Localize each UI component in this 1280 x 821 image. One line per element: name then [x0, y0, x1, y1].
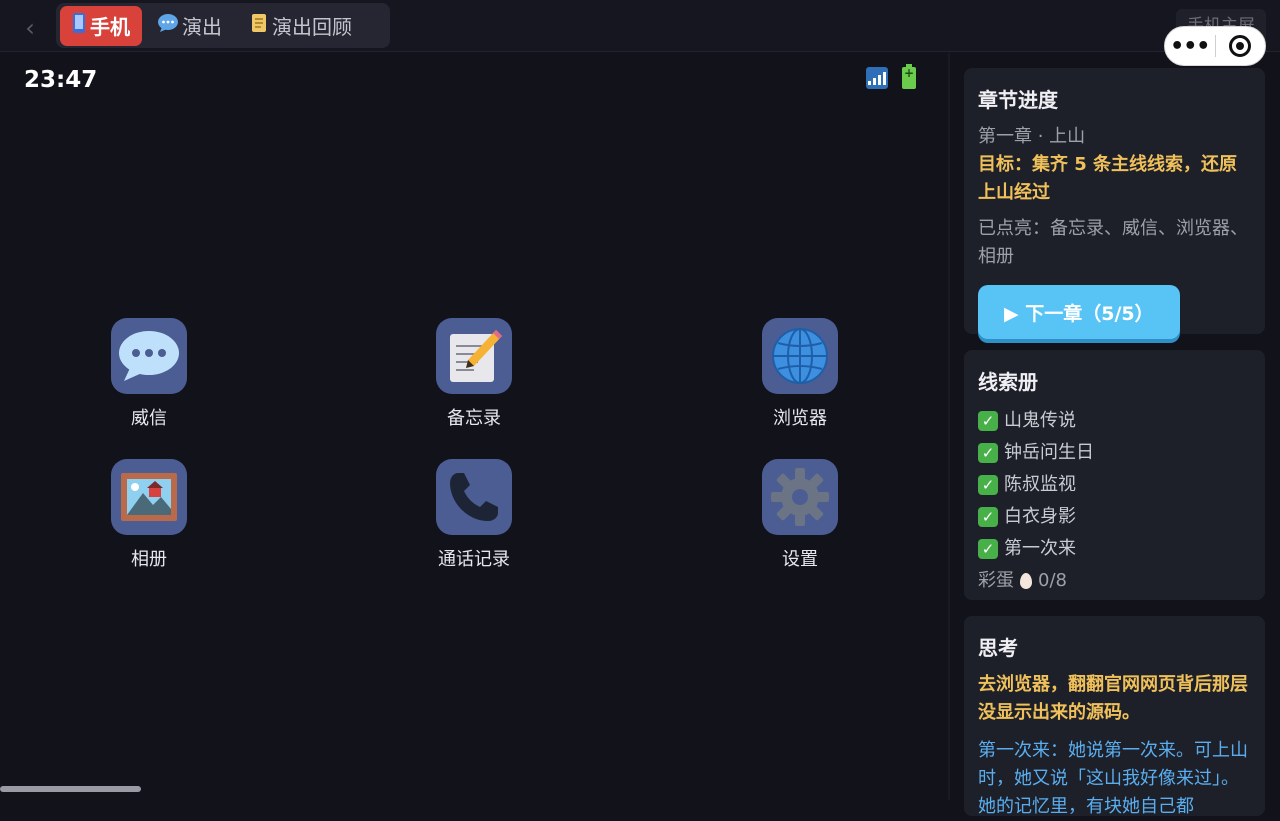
next-chapter-button[interactable]: ▶ 下一章（5/5）: [978, 285, 1180, 339]
clue-book-card: 线索册 ✓ 山鬼传说 ✓ 钟岳问生日 ✓ 陈叔监视 ✓ 白衣身影 ✓ 第一次来 彩蛋 0/8: [964, 350, 1265, 600]
battery-icon: [902, 64, 916, 89]
app-weixin[interactable]: 威信: [89, 318, 209, 430]
memo-icon: [436, 318, 512, 394]
app-label: 浏览器: [773, 408, 827, 429]
tab-label: 演出: [182, 15, 222, 39]
clue-item: ✓ 第一次来: [978, 533, 1251, 565]
clue-item: ✓ 陈叔监视: [978, 469, 1251, 501]
gear-icon: [762, 459, 838, 535]
home-indicator[interactable]: [0, 786, 141, 792]
tab-label: 演出回顾: [272, 15, 352, 39]
clue-item: ✓ 山鬼传说: [978, 405, 1251, 437]
card-title: 章节进度: [978, 88, 1058, 112]
lit-apps: 已点亮：备忘录、威信、浏览器、相册: [978, 218, 1248, 267]
chapter-name: 第一章 · 上山: [978, 126, 1086, 147]
status-icons: [866, 64, 916, 89]
easter-egg-counter: 彩蛋 0/8: [978, 570, 1067, 591]
app-album[interactable]: 相册: [89, 459, 209, 571]
app-browser[interactable]: 浏览器: [740, 318, 860, 430]
app-label: 设置: [782, 549, 818, 570]
signal-icon: [866, 67, 888, 89]
app-label: 威信: [131, 408, 167, 429]
app-call-log[interactable]: 通话记录: [414, 459, 534, 571]
scroll-icon: [250, 13, 268, 38]
check-icon: ✓: [978, 475, 998, 495]
panel-divider: [948, 53, 950, 800]
check-icon: ✓: [978, 411, 998, 431]
thinking-note: 第一次来：她说第一次来。可上山时，她又说「这山我好像来过」。她的记忆里，有块她自…: [978, 740, 1248, 817]
speech-bubble-icon: [111, 318, 187, 394]
capsule-menu: •••: [1164, 26, 1266, 66]
thinking-card: 思考 去浏览器，翻翻官网网页背后那层没显示出来的源码。 第一次来：她说第一次来。…: [964, 616, 1265, 817]
mode-tabs: 手机 演出 演出回顾: [56, 3, 390, 48]
app-settings[interactable]: 设置: [740, 459, 860, 571]
telephone-icon: [436, 459, 512, 535]
check-icon: ✓: [978, 443, 998, 463]
tab-label: 手机: [90, 15, 130, 39]
check-icon: ✓: [978, 539, 998, 559]
app-label: 相册: [131, 549, 167, 570]
globe-icon: [762, 318, 838, 394]
photo-album-icon: [111, 459, 187, 535]
check-icon: ✓: [978, 507, 998, 527]
status-time: 23:47: [24, 67, 98, 93]
more-options-icon[interactable]: •••: [1165, 34, 1215, 59]
tab-performance-review[interactable]: 演出回顾: [238, 6, 364, 46]
app-memo[interactable]: 备忘录: [414, 318, 534, 430]
tab-phone[interactable]: 手机: [60, 5, 142, 46]
clue-item: ✓ 白衣身影: [978, 501, 1251, 533]
mobile-phone-icon: [72, 13, 86, 38]
app-label: 备忘录: [447, 408, 501, 429]
app-label: 通话记录: [438, 549, 510, 570]
phone-screen: 23:47 威信 备忘录 浏览器 相册 通话记录: [0, 53, 948, 800]
card-title: 线索册: [978, 370, 1038, 394]
clue-item: ✓ 钟岳问生日: [978, 437, 1251, 469]
top-bar: ‹ 手机 演出 演出回顾 手机主屏: [0, 0, 1280, 52]
speech-bubble-icon: [158, 14, 178, 37]
tab-performance[interactable]: 演出: [146, 6, 234, 46]
back-button[interactable]: ‹: [18, 14, 42, 42]
thinking-hint: 去浏览器，翻翻官网网页背后那层没显示出来的源码。: [978, 674, 1248, 723]
chapter-progress-card: 章节进度 第一章 · 上山 目标：集齐 5 条主线线索，还原上山经过 已点亮：备…: [964, 68, 1265, 339]
chapter-goal: 目标：集齐 5 条主线线索，还原上山经过: [978, 154, 1238, 203]
card-title: 思考: [978, 636, 1018, 660]
egg-icon: [1020, 573, 1032, 589]
close-target-icon[interactable]: [1215, 35, 1265, 57]
